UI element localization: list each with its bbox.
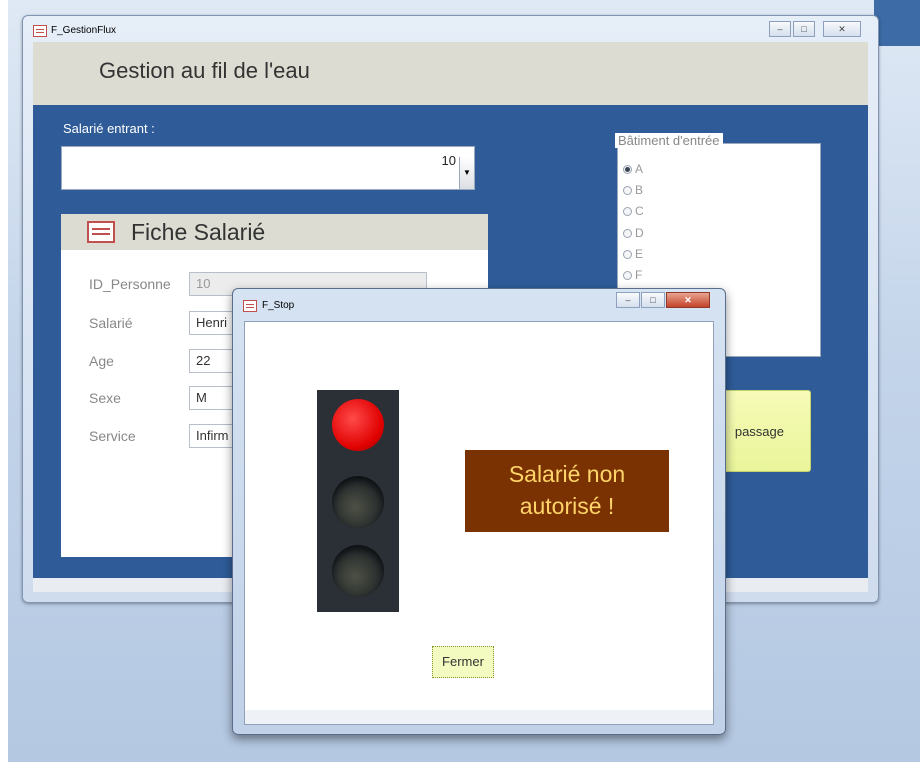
batiment-legend: Bâtiment d'entrée [615,133,723,148]
stop-dialog: F_Stop ‒ □ ✕ Salarié non autorisé ! Ferm… [232,288,726,735]
status-message: Salarié non autorisé ! [465,450,669,532]
dialog-title: F_Stop [262,300,295,311]
form-icon [243,300,257,312]
maximize-button[interactable]: □ [641,292,665,308]
radio-option-a[interactable]: A [623,162,643,176]
radio-icon [623,186,632,195]
close-button[interactable]: ✕ [666,292,710,308]
dialog-content: Salarié non autorisé ! Fermer [244,321,714,725]
salarie-label: Salarié [89,315,133,331]
service-label: Service [89,428,136,444]
close-button[interactable]: ✕ [823,21,861,37]
sexe-label: Sexe [89,390,121,406]
radio-label-b: B [635,183,644,197]
salarie-combo[interactable]: 10 ▼ [61,146,475,190]
form-icon [33,25,47,37]
id-personne-label: ID_Personne [89,276,171,292]
radio-option-f[interactable]: F [623,268,642,282]
radio-option-d[interactable]: D [623,226,644,240]
traffic-light-image [317,390,399,612]
corner-tile [874,0,920,46]
radio-label-f: F [635,268,643,282]
radio-icon [623,207,632,216]
radio-label-c: C [635,204,644,218]
radio-label-e: E [635,247,644,261]
radio-label-a: A [635,162,644,176]
green-light-icon [332,545,384,597]
radio-icon [623,250,632,259]
message-line-1: Salarié non [508,461,626,487]
radio-label-d: D [635,226,644,240]
radio-option-b[interactable]: B [623,183,643,197]
maximize-button[interactable]: □ [793,21,815,37]
radio-icon [623,271,632,280]
form-header: Gestion au fil de l'eau [33,42,868,105]
radio-icon [623,229,632,238]
salarie-combo-value: 10 [441,153,456,168]
radio-option-c[interactable]: C [623,204,644,218]
radio-selected-icon [623,165,632,174]
salarie-entrant-label: Salarié entrant : [63,121,155,136]
fiche-header: Fiche Salarié [61,214,488,250]
message-line-2: autorisé ! [519,493,615,519]
page-title: Gestion au fil de l'eau [99,58,310,83]
dialog-footer [245,710,713,724]
red-light-icon [332,399,384,451]
fiche-title: Fiche Salarié [131,219,266,245]
amber-light-icon [332,476,384,528]
radio-option-e[interactable]: E [623,247,643,261]
fermer-button[interactable]: Fermer [432,646,494,678]
form-icon [87,221,115,243]
minimize-button[interactable]: ‒ [769,21,791,37]
age-label: Age [89,353,114,369]
main-window-title: F_GestionFlux [51,25,117,36]
minimize-button[interactable]: ‒ [616,292,640,308]
chevron-down-icon[interactable]: ▼ [459,157,474,189]
main-titlebar[interactable]: F_GestionFlux ‒ □ ✕ [23,16,878,42]
